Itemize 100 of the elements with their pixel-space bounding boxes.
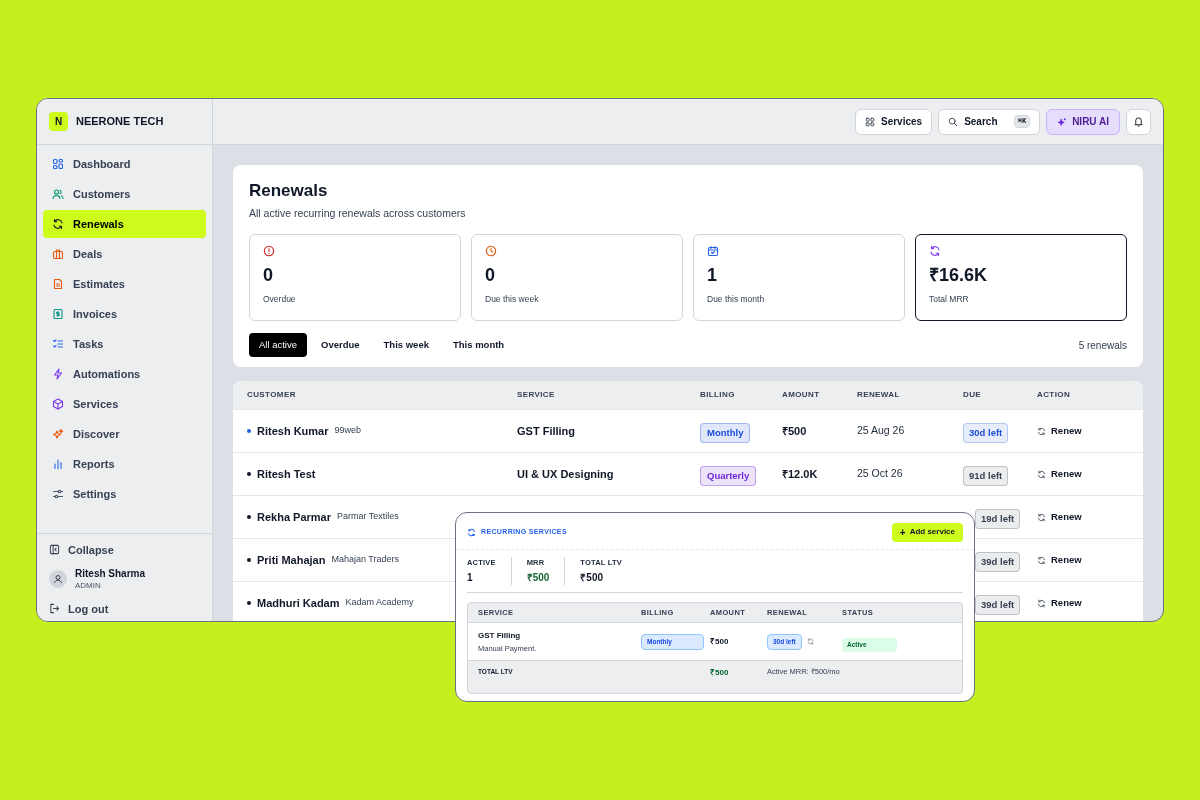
sliders-icon	[52, 488, 64, 500]
service-name: GST Filling	[478, 629, 522, 642]
renew-button[interactable]: Renew	[1037, 423, 1143, 439]
brand-name: NEERONE TECH	[76, 114, 164, 130]
sidebar-item[interactable]: Automations	[43, 360, 206, 388]
service-name: GST Filling	[517, 423, 577, 439]
collapse-button[interactable]: Collapse	[49, 541, 200, 558]
due-tag: 30d left	[963, 422, 1009, 444]
sidebar-item[interactable]: Invoices	[43, 300, 206, 328]
refresh-icon	[1037, 598, 1046, 608]
sidebar-item[interactable]: Deals	[43, 240, 206, 268]
filter-tab[interactable]: Overdue	[311, 333, 370, 357]
users-icon	[52, 188, 64, 200]
add-service-button[interactable]: + Add service	[891, 522, 963, 542]
search-icon	[948, 116, 959, 127]
stat-value: ₹16.6K	[929, 264, 989, 287]
logout-button[interactable]: Log out	[49, 600, 200, 617]
stat-value: 1	[467, 571, 474, 586]
column-header: ACTION	[1037, 389, 1072, 401]
grid-icon	[865, 116, 875, 127]
renew-button[interactable]: Renew	[1037, 595, 1143, 611]
filter-tab[interactable]: This month	[443, 333, 515, 357]
stat-value: 0	[263, 264, 274, 287]
due-tag: 39d left	[975, 551, 1021, 573]
renew-button[interactable]: Renew	[1037, 466, 1143, 482]
sparkle-icon	[52, 428, 64, 440]
sidebar-item[interactable]: Reports	[43, 450, 206, 478]
stat-value: 1	[707, 264, 718, 287]
amount-text: ₹500	[710, 635, 730, 648]
checklist-icon	[52, 338, 64, 350]
bar-chart-icon	[52, 458, 64, 470]
billing-tag: Monthly	[700, 422, 751, 444]
stat-value: ₹500	[580, 571, 604, 586]
ai-button[interactable]: NIRU AI	[1046, 108, 1120, 135]
sidebar-item[interactable]: Renewals	[43, 210, 206, 238]
filter-tab[interactable]: All active	[249, 333, 307, 357]
clock-icon	[485, 245, 497, 257]
sidebar-item[interactable]: Tasks	[43, 330, 206, 358]
notifications-button[interactable]	[1126, 108, 1151, 135]
dashboard-icon	[52, 158, 64, 170]
logout-icon	[49, 603, 60, 615]
refresh-icon	[1037, 512, 1046, 522]
amount-text: ₹500	[782, 423, 808, 439]
service-name: UI & UX Designing	[517, 466, 615, 482]
sidebar-item[interactable]: Settings	[43, 480, 206, 508]
renewal-date: 25 Aug 26	[857, 423, 906, 439]
column-header: SERVICE	[517, 389, 556, 401]
column-header: CUSTOMER	[247, 389, 297, 401]
cube-icon	[52, 398, 64, 410]
plus-icon: +	[899, 524, 906, 540]
due-tag: 19d left	[975, 508, 1021, 530]
sidebar-item[interactable]: Services	[43, 390, 206, 418]
stat-value: 0	[485, 264, 496, 287]
sidebar-item[interactable]: Dashboard	[43, 150, 206, 178]
search-label: Search	[964, 115, 998, 129]
sparkle-icon	[1057, 116, 1068, 127]
renew-button[interactable]: Renew	[1037, 509, 1143, 525]
stat-label: Total MRR	[929, 292, 970, 306]
renew-button[interactable]: Renew	[1037, 552, 1143, 568]
column-header: DUE	[963, 389, 983, 401]
refresh-icon	[1037, 555, 1046, 565]
billing-tag: Quarterly	[700, 465, 757, 487]
refresh-icon	[806, 638, 814, 646]
document-icon	[52, 278, 64, 290]
stat-value: ₹500	[526, 571, 550, 586]
sidebar-icon	[49, 544, 60, 556]
refresh-icon	[929, 245, 941, 257]
sidebar-item[interactable]: Discover	[43, 420, 206, 448]
customer-name: Madhuri Kadam	[257, 595, 340, 611]
page-subtitle: All active recurring renewals across customers	[249, 206, 467, 222]
services-button[interactable]: Services	[855, 108, 933, 135]
column-header: BILLING	[700, 389, 736, 401]
company-name: 99web	[334, 424, 362, 438]
alert-icon	[263, 245, 275, 257]
due-tag: 39d left	[975, 594, 1021, 616]
customer-name: Rekha Parmar	[257, 509, 331, 525]
customer-name: Ritesh Test	[257, 466, 316, 482]
company-name: Kadam Academy	[345, 596, 414, 610]
total-amount: ₹500	[710, 667, 730, 680]
stat-label: Due this month	[707, 292, 766, 306]
due-tag: 91d left	[963, 465, 1009, 487]
bell-icon	[1133, 116, 1144, 127]
user-role: ADMIN	[75, 580, 102, 591]
refresh-icon	[467, 527, 476, 537]
logo-mark: N	[49, 112, 68, 131]
lightning-icon	[52, 368, 64, 380]
calendar-icon	[707, 245, 719, 257]
sidebar-item[interactable]: Estimates	[43, 270, 206, 298]
receipt-icon	[52, 308, 64, 320]
filter-tab[interactable]: This week	[373, 333, 439, 357]
briefcase-icon	[52, 248, 64, 260]
customer-name: Priti Mahajan	[257, 552, 326, 568]
refresh-icon	[1037, 469, 1046, 479]
user-name: Ritesh Sharma	[75, 568, 146, 581]
amount-text: ₹12.0K	[782, 466, 819, 482]
renewal-count: 5 renewals	[1078, 338, 1127, 353]
stat-label: Due this week	[485, 292, 540, 306]
refresh-icon	[52, 218, 64, 230]
column-header: RENEWAL	[857, 389, 901, 401]
sidebar-item[interactable]: Customers	[43, 180, 206, 208]
